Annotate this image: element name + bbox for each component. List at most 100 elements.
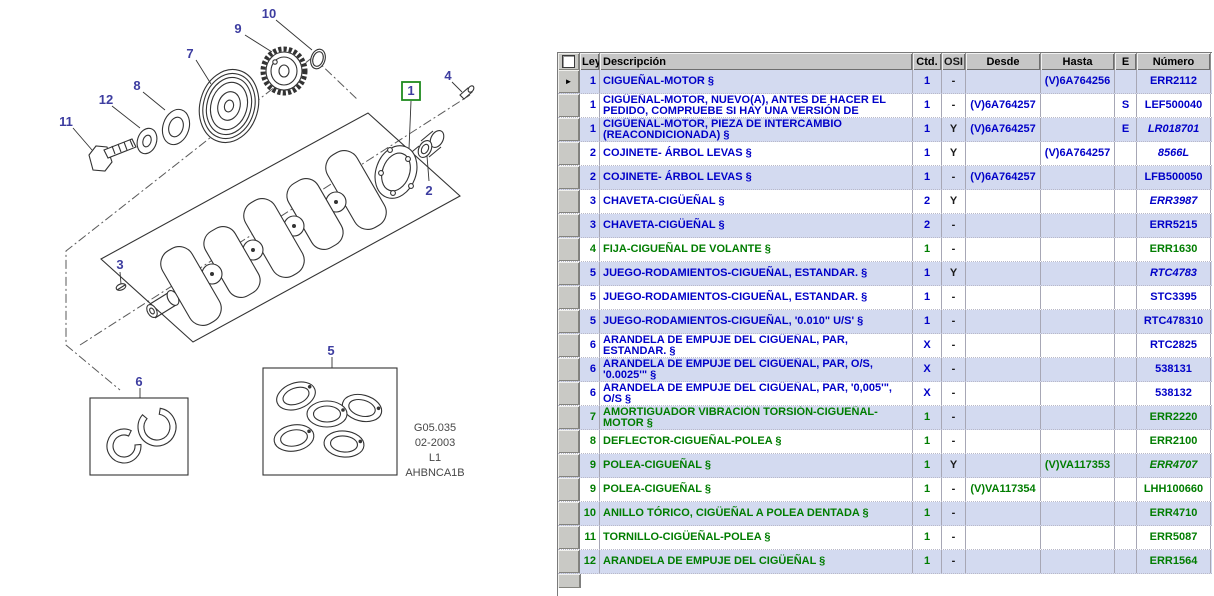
svg-text:02-2003: 02-2003: [415, 437, 455, 449]
cell-desc: POLEA-CIGUEÑAL §: [600, 478, 913, 501]
table-row[interactable]: 12 ARANDELA DE EMPUJE DEL CIGÜEÑAL § 1 -…: [558, 550, 1212, 574]
row-gutter[interactable]: [558, 118, 580, 141]
table-row[interactable]: 5 JUEGO-RODAMIENTOS-CIGUEÑAL, ESTANDAR. …: [558, 262, 1212, 286]
callout-3[interactable]: 3: [116, 257, 123, 284]
callout-9[interactable]: 9: [234, 21, 272, 52]
cell-e: [1115, 430, 1137, 453]
bolt-drawing: [89, 139, 136, 171]
table-row[interactable]: 2 COJINETE- ÁRBOL LEVAS § 1 Y (V)6A76425…: [558, 142, 1212, 166]
cell-ctd: 1: [913, 502, 942, 525]
table-row[interactable]: 5 JUEGO-RODAMIENTOS-CIGUEÑAL, '0.010" U/…: [558, 310, 1212, 334]
cell-desc: ARANDELA DE EMPUJE DEL CIGÜEÑAL §: [600, 550, 913, 573]
cell-e: [1115, 526, 1137, 549]
row-gutter[interactable]: [558, 214, 580, 237]
svg-text:3: 3: [116, 257, 123, 272]
row-gutter[interactable]: [558, 262, 580, 285]
cell-desde: [966, 262, 1041, 285]
exploded-diagram-pane: 10 9 7 8 12 11: [0, 0, 556, 596]
cell-num: ERR1630: [1137, 238, 1211, 261]
table-row[interactable]: 7 AMORTIGUADOR VIBRACIÓN TORSIÓN-CIGUEÑA…: [558, 406, 1212, 430]
cell-desc: COJINETE- ÁRBOL LEVAS §: [600, 142, 913, 165]
row-gutter[interactable]: [558, 550, 580, 573]
cell-desde: [966, 382, 1041, 405]
table-row[interactable]: 6 ARANDELA DE EMPUJE DEL CIGÜEÑAL, PAR, …: [558, 382, 1212, 406]
row-gutter[interactable]: [558, 430, 580, 453]
table-row[interactable]: 5 JUEGO-RODAMIENTOS-CIGUEÑAL, ESTANDAR. …: [558, 286, 1212, 310]
row-gutter[interactable]: [558, 478, 580, 501]
cell-ctd: 1: [913, 238, 942, 261]
row-gutter[interactable]: [558, 310, 580, 333]
cell-hasta: [1041, 334, 1115, 357]
row-gutter[interactable]: [558, 382, 580, 405]
table-row[interactable]: 6 ARANDELA DE EMPUJE DEL CIGÜEÑAL, PAR, …: [558, 334, 1212, 358]
table-row[interactable]: 1 CIGÜEÑAL-MOTOR, PIEZA DE INTERCAMBIO (…: [558, 118, 1212, 142]
cell-osi: -: [942, 478, 966, 501]
table-row[interactable]: 9 POLEA-CIGUEÑAL § 1 Y (V)VA117353 ERR47…: [558, 454, 1212, 478]
row-gutter[interactable]: [558, 286, 580, 309]
table-row[interactable]: 2 COJINETE- ÁRBOL LEVAS § 1 - (V)6A76425…: [558, 166, 1212, 190]
callout-12[interactable]: 12: [99, 92, 140, 128]
callout-4[interactable]: 4: [444, 68, 462, 92]
cell-hasta: [1041, 190, 1115, 213]
row-gutter[interactable]: [558, 526, 580, 549]
cell-num: LHH100660: [1137, 478, 1211, 501]
callout-11[interactable]: 11: [59, 114, 92, 150]
callout-1[interactable]: 1: [402, 82, 420, 149]
callout-6[interactable]: 6: [135, 374, 142, 398]
callout-7[interactable]: 7: [186, 46, 211, 84]
svg-text:L1: L1: [429, 452, 441, 464]
row-gutter[interactable]: [558, 334, 580, 357]
cell-osi: Y: [942, 262, 966, 285]
select-all-checkbox[interactable]: [562, 55, 575, 68]
cell-e: [1115, 286, 1137, 309]
callout-5[interactable]: 5: [327, 343, 334, 368]
cell-ley: 3: [580, 190, 600, 213]
cell-e: [1115, 214, 1137, 237]
cell-ley: 4: [580, 238, 600, 261]
cell-osi: -: [942, 70, 966, 93]
row-gutter[interactable]: [558, 406, 580, 429]
row-gutter[interactable]: [558, 358, 580, 381]
table-row[interactable]: 11 TORNILLO-CIGÜEÑAL-POLEA § 1 - ERR5087: [558, 526, 1212, 550]
row-gutter[interactable]: [558, 142, 580, 165]
cell-desde: [966, 190, 1041, 213]
table-row[interactable]: 8 DEFLECTOR-CIGUEÑAL-POLEA § 1 - ERR2100: [558, 430, 1212, 454]
table-row[interactable]: 3 CHAVETA-CIGÜEÑAL § 2 - ERR5215: [558, 214, 1212, 238]
callout-2[interactable]: 2: [425, 156, 432, 198]
cell-ctd: 1: [913, 526, 942, 549]
cell-osi: -: [942, 502, 966, 525]
row-gutter[interactable]: [558, 94, 580, 117]
svg-text:G05.035: G05.035: [414, 422, 456, 434]
table-row[interactable]: 1 CIGÜEÑAL-MOTOR, NUEVO(A), ANTES DE HAC…: [558, 94, 1212, 118]
row-gutter[interactable]: [558, 502, 580, 525]
select-all-header[interactable]: [558, 53, 580, 70]
oil-seal-drawing: [158, 106, 194, 148]
row-gutter[interactable]: [558, 238, 580, 261]
cell-e: [1115, 382, 1137, 405]
cell-e: [1115, 310, 1137, 333]
cell-num: ERR2112: [1137, 70, 1211, 93]
row-gutter[interactable]: ►: [558, 70, 580, 93]
callout-8[interactable]: 8: [133, 78, 165, 110]
cell-ley: 5: [580, 310, 600, 333]
table-row[interactable]: 4 FIJA-CIGUEÑAL DE VOLANTE § 1 - ERR1630: [558, 238, 1212, 262]
table-row[interactable]: 9 POLEA-CIGUEÑAL § 1 - (V)VA117354 LHH10…: [558, 478, 1212, 502]
timing-gear-drawing: [263, 49, 305, 93]
table-row[interactable]: 3 CHAVETA-CIGÜEÑAL § 2 Y ERR3987: [558, 190, 1212, 214]
cell-ctd: 1: [913, 166, 942, 189]
thrust-washers-box: [90, 398, 188, 475]
header-numero: Número: [1137, 53, 1211, 70]
row-gutter[interactable]: [558, 190, 580, 213]
cell-e: [1115, 142, 1137, 165]
row-gutter[interactable]: [558, 166, 580, 189]
table-row[interactable]: ► 1 CIGUEÑAL-MOTOR § 1 - (V)6A764256 ERR…: [558, 70, 1212, 94]
table-row[interactable]: 10 ANILLO TÓRICO, CIGÜEÑAL A POLEA DENTA…: [558, 502, 1212, 526]
svg-text:5: 5: [327, 343, 334, 358]
header-ctd: Ctd.: [913, 53, 942, 70]
cell-e: [1115, 358, 1137, 381]
cell-hasta: [1041, 526, 1115, 549]
cell-hasta: [1041, 118, 1115, 141]
table-row[interactable]: 6 ARANDELA DE EMPUJE DEL CIGÜEÑAL, PAR, …: [558, 358, 1212, 382]
row-gutter[interactable]: [558, 454, 580, 477]
callout-10[interactable]: 10: [262, 6, 312, 50]
